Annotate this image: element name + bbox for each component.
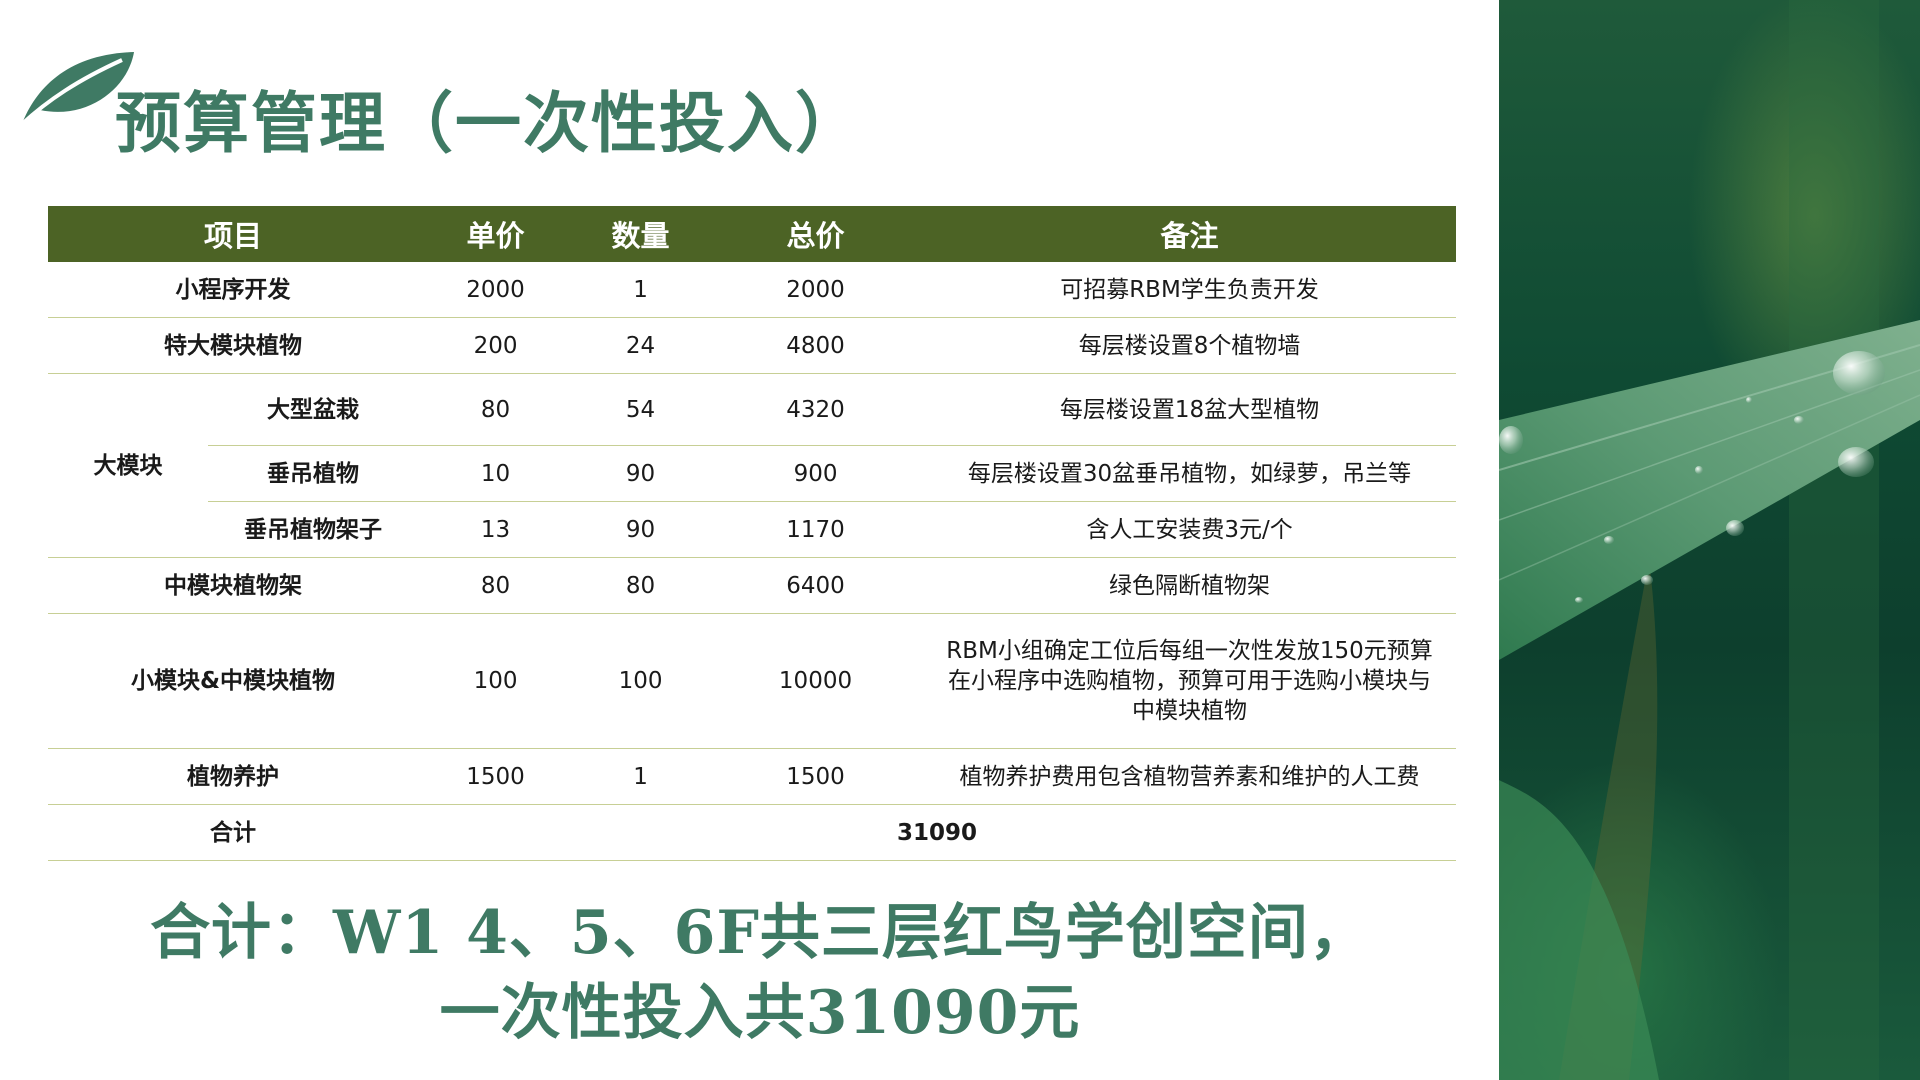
note-cell: 植物养护费用包含植物营养素和维护的人工费 <box>923 748 1457 805</box>
quantity-cell: 100 <box>573 613 709 749</box>
unit-price-cell: 80 <box>418 373 574 446</box>
table-total-row: 合计 31090 <box>48 804 1457 861</box>
note-cell: 绿色隔断植物架 <box>923 557 1457 614</box>
quantity-cell: 24 <box>573 317 709 374</box>
total-price-cell: 6400 <box>708 557 924 614</box>
unit-price-cell: 2000 <box>418 262 574 318</box>
table-header-row: 项目 单价 数量 总价 备注 <box>48 206 1457 262</box>
plant-photo <box>1499 0 1920 1080</box>
item-cell: 大型盆栽 <box>208 373 419 446</box>
item-cell: 特大模块植物 <box>48 317 419 374</box>
note-cell: 每层楼设置8个植物墙 <box>923 317 1457 374</box>
unit-price-cell: 10 <box>418 445 574 502</box>
unit-price-cell: 13 <box>418 501 574 558</box>
table-row: 垂吊植物 10 90 900 每层楼设置30盆垂吊植物，如绿萝，吊兰等 <box>48 445 1457 502</box>
note-cell: 可招募RBM学生负责开发 <box>923 262 1457 318</box>
item-cell: 垂吊植物架子 <box>208 501 419 558</box>
total-price-cell: 4800 <box>708 317 924 374</box>
quantity-cell: 1 <box>573 262 709 318</box>
quantity-cell: 80 <box>573 557 709 614</box>
table-row: 中模块植物架 80 80 6400 绿色隔断植物架 <box>48 557 1457 614</box>
header-item: 项目 <box>48 206 419 262</box>
total-price-cell: 2000 <box>708 262 924 318</box>
total-price-cell: 1500 <box>708 748 924 805</box>
item-cell: 小模块&中模块植物 <box>48 613 419 749</box>
summary-line-1: 合计：W1 4、5、6F共三层红鸟学创空间， <box>150 898 1370 968</box>
note-cell: 每层楼设置18盆大型植物 <box>923 373 1457 446</box>
header-unit-price: 单价 <box>418 206 574 262</box>
table-row: 垂吊植物架子 13 90 1170 含人工安装费3元/个 <box>48 501 1457 558</box>
item-cell: 垂吊植物 <box>208 445 419 502</box>
table-row: 小程序开发 2000 1 2000 可招募RBM学生负责开发 <box>48 262 1457 318</box>
header-note: 备注 <box>923 206 1457 262</box>
total-price-cell: 4320 <box>708 373 924 446</box>
summary-text: 合计：W1 4、5、6F共三层红鸟学创空间， 一次性投入共31090元 <box>60 893 1460 1053</box>
note-cell: RBM小组确定工位后每组一次性发放150元预算在小程序中选购植物，预算可用于选购… <box>923 613 1457 749</box>
unit-price-cell: 80 <box>418 557 574 614</box>
note-cell: 含人工安装费3元/个 <box>923 501 1457 558</box>
quantity-cell: 90 <box>573 501 709 558</box>
total-price-cell: 900 <box>708 445 924 502</box>
unit-price-cell: 1500 <box>418 748 574 805</box>
header-total-price: 总价 <box>708 206 924 262</box>
unit-price-cell: 200 <box>418 317 574 374</box>
item-cell: 小程序开发 <box>48 262 419 318</box>
table-row: 特大模块植物 200 24 4800 每层楼设置8个植物墙 <box>48 317 1457 374</box>
summary-line-2: 一次性投入共31090元 <box>439 978 1081 1048</box>
item-cell: 中模块植物架 <box>48 557 419 614</box>
unit-price-cell: 100 <box>418 613 574 749</box>
quantity-cell: 1 <box>573 748 709 805</box>
total-value: 31090 <box>418 804 1457 861</box>
budget-table: 项目 单价 数量 总价 备注 小程序开发 2000 1 2000 可招募RBM学… <box>48 206 1457 861</box>
item-cell: 植物养护 <box>48 748 419 805</box>
quantity-cell: 90 <box>573 445 709 502</box>
grass-blade-illustration <box>1499 0 1920 1080</box>
table-row: 植物养护 1500 1 1500 植物养护费用包含植物营养素和维护的人工费 <box>48 748 1457 805</box>
total-price-cell: 10000 <box>708 613 924 749</box>
header-quantity: 数量 <box>573 206 709 262</box>
page-title: 预算管理（一次性投入） <box>115 84 863 162</box>
total-label: 合计 <box>48 804 419 861</box>
table-row: 小模块&中模块植物 100 100 10000 RBM小组确定工位后每组一次性发… <box>48 613 1457 749</box>
group-cell: 大模块 <box>48 373 208 558</box>
quantity-cell: 54 <box>573 373 709 446</box>
note-cell: 每层楼设置30盆垂吊植物，如绿萝，吊兰等 <box>923 445 1457 502</box>
total-price-cell: 1170 <box>708 501 924 558</box>
table-row: 大模块 大型盆栽 80 54 4320 每层楼设置18盆大型植物 <box>48 373 1457 558</box>
